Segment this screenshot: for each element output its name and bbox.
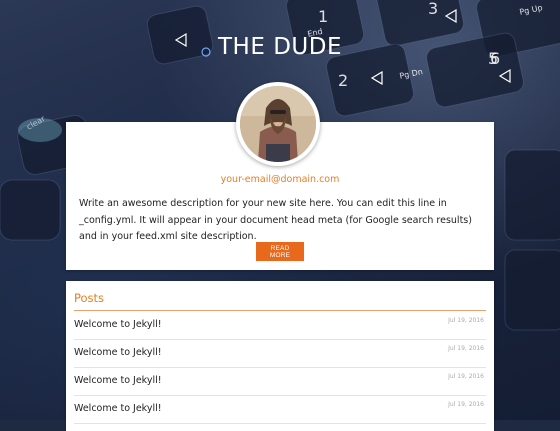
key-label: 1 xyxy=(318,7,328,26)
email-link[interactable]: your-email@domain.com xyxy=(66,174,494,185)
post-date: Jul 19, 2016 xyxy=(448,317,484,324)
post-list-item[interactable]: Welcome to Jekyll! Jul 19, 2016 xyxy=(74,339,486,368)
post-list-item[interactable]: Welcome to Jekyll! Jul 19, 2016 xyxy=(74,367,486,396)
post-date: Jul 19, 2016 xyxy=(448,345,484,352)
key-label: 2 xyxy=(338,71,348,90)
post-title-link[interactable]: Welcome to Jekyll! xyxy=(74,375,162,386)
post-title-link[interactable]: Welcome to Jekyll! xyxy=(74,403,162,414)
post-date: Jul 19, 2016 xyxy=(448,373,484,380)
key-label: 3 xyxy=(428,0,438,18)
post-title-link[interactable]: Welcome to Jekyll! xyxy=(74,347,162,358)
site-description: Write an awesome description for your ne… xyxy=(79,198,472,242)
post-date: Jul 19, 2016 xyxy=(448,401,484,408)
post-list-item[interactable]: Welcome to Jekyll! Jul 19, 2016 xyxy=(74,311,486,340)
posts-card: Posts Welcome to Jekyll! Jul 19, 2016 We… xyxy=(66,281,494,431)
read-more-button[interactable]: READ MORE xyxy=(256,242,304,261)
profile-photo xyxy=(240,86,316,162)
avatar xyxy=(236,82,320,166)
post-title-link[interactable]: Welcome to Jekyll! xyxy=(74,319,162,330)
site-title[interactable]: THE DUDE xyxy=(0,34,560,60)
posts-heading: Posts xyxy=(74,291,105,305)
